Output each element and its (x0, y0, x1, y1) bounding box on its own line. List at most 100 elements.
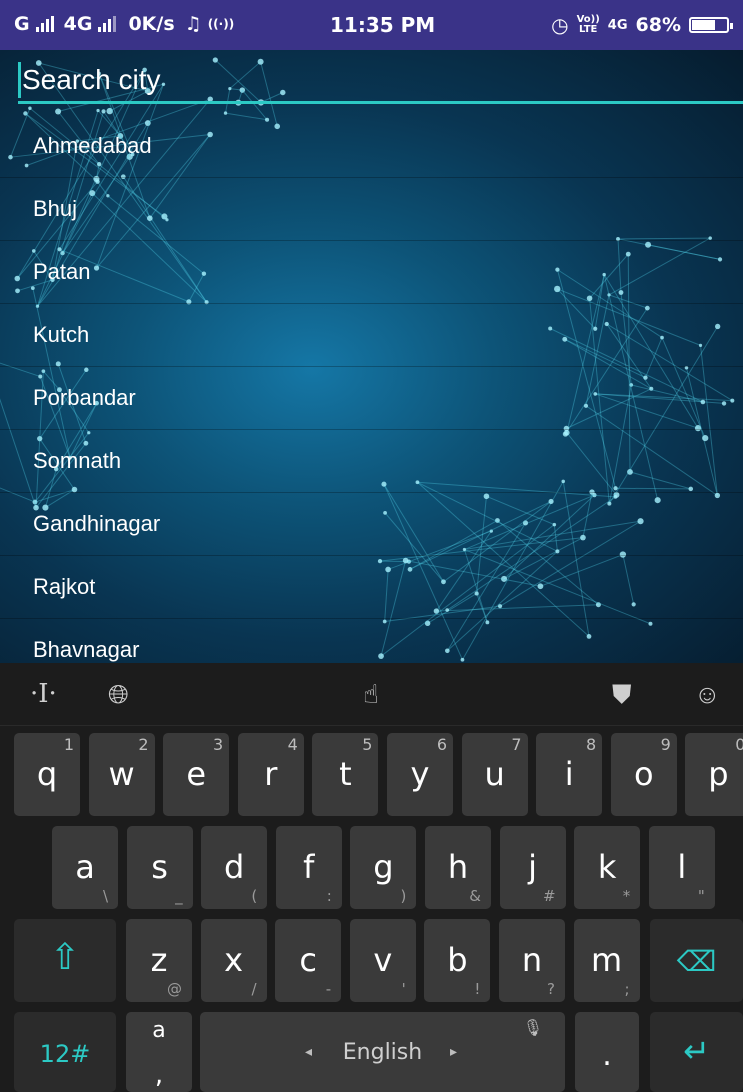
key-label: p (708, 755, 729, 793)
numbers-key[interactable]: 12# (14, 1012, 116, 1092)
key-symbol: ) (400, 887, 407, 905)
key-label: y (410, 755, 430, 793)
key-o[interactable]: o9 (610, 733, 677, 816)
theme-shirt-icon[interactable]: ⛊︎ (612, 679, 632, 711)
city-list-item[interactable]: Patan (0, 241, 743, 304)
key-z[interactable]: z @ (126, 919, 192, 1002)
key-symbol: ; (624, 980, 630, 998)
music-note-icon: ♫ (184, 13, 202, 35)
search-input[interactable] (18, 58, 743, 104)
city-list-item[interactable]: Somnath (0, 430, 743, 493)
key-label: a (152, 1018, 166, 1043)
emoji-icon[interactable]: ☺︎ (694, 679, 721, 710)
key-symbol: ( (251, 887, 258, 905)
enter-key[interactable]: ↵ (650, 1012, 743, 1092)
key-r[interactable]: r4 (237, 733, 304, 816)
key-symbol: ? (547, 980, 555, 998)
key-hint: 6 (436, 735, 447, 754)
city-list: Ahmedabad Bhuj Patan Kutch Porbandar Somnath G… (0, 115, 743, 682)
key-label: g (373, 848, 394, 886)
key-symbol: ! (474, 980, 481, 998)
key-b[interactable]: b! (424, 919, 491, 1002)
key-label: r (264, 755, 278, 793)
language-key[interactable]: a, (126, 1012, 192, 1092)
key-e[interactable]: e3 (163, 733, 230, 816)
city-list-item[interactable]: Kutch (0, 304, 743, 367)
key-hint: 1 (63, 735, 74, 754)
key-label: t (339, 755, 352, 793)
key-label: s (151, 848, 168, 886)
key-label: v (373, 941, 393, 979)
alarm-icon: ◷ (551, 13, 569, 37)
signal-icon-2 (98, 16, 117, 32)
key-v[interactable]: v ' (349, 919, 416, 1002)
key-label: d (224, 848, 245, 886)
key-h[interactable]: h & (425, 826, 491, 909)
city-list-item[interactable]: Rajkot (0, 556, 743, 619)
key-symbol: / (251, 980, 257, 998)
key-symbol: # (543, 887, 556, 905)
hotspot-icon: ((·)) (207, 17, 235, 31)
key-label: u (484, 755, 505, 793)
key-label: l (677, 848, 687, 886)
key-label: m (591, 941, 623, 979)
key-label: k (597, 848, 617, 886)
key-label: e (186, 755, 207, 793)
key-hint: 3 (213, 735, 224, 754)
network-4g-label: 4G (607, 17, 628, 33)
key-label: o (634, 755, 654, 793)
network-label: 4G (63, 13, 93, 35)
city-list-item[interactable]: Gandhinagar (0, 493, 743, 556)
key-symbol: @ (167, 980, 182, 998)
city-list-item[interactable]: Ahmedabad (0, 115, 743, 178)
backspace-key[interactable]: ⌫ (650, 919, 743, 1002)
key-x[interactable]: x / (200, 919, 267, 1002)
text-cursor (18, 62, 21, 98)
key-f[interactable]: f: (275, 826, 342, 909)
key-m[interactable]: m; (573, 919, 640, 1002)
key-label: c (299, 941, 317, 979)
city-list-item[interactable]: Bhuj (0, 178, 743, 241)
key-label: n (521, 941, 543, 979)
key-label: ⌫ (676, 945, 717, 978)
key-n[interactable]: n? (499, 919, 565, 1002)
key-label: h (447, 848, 469, 886)
city-list-item[interactable]: Porbandar (0, 367, 743, 430)
globe-icon[interactable]: 🌐︎ (108, 679, 129, 711)
key-symbol: * (622, 887, 631, 905)
key-hint: 2 (138, 735, 149, 754)
key-label: . (602, 1038, 612, 1073)
key-label: a (75, 848, 95, 886)
key-w[interactable]: w2 (88, 733, 155, 816)
key-l[interactable]: l " (648, 826, 715, 909)
key-u[interactable]: u7 (461, 733, 528, 816)
key-q[interactable]: q1 (14, 733, 80, 816)
key-symbol: " (697, 887, 705, 905)
key-hint: 0 (735, 735, 743, 754)
shift-key[interactable]: ⇧ (14, 919, 116, 1002)
key-a[interactable]: a \ (52, 826, 118, 909)
key-s[interactable]: s _ (126, 826, 193, 909)
key-c[interactable]: c- (275, 919, 342, 1002)
space-key[interactable]: English ◂ ▸ 🎙︎ (200, 1012, 565, 1092)
key-symbol: & (469, 887, 481, 905)
gesture-icon[interactable]: ☝︎ (363, 679, 379, 710)
key-label: w (108, 755, 135, 793)
key-t[interactable]: t5 (312, 733, 379, 816)
key-y[interactable]: y6 (387, 733, 453, 816)
key-hint: 9 (660, 735, 671, 754)
keyboard-toolbar: ·I· 🌐︎ ☝︎ ⛊︎ ☺︎ (0, 663, 743, 726)
key-d[interactable]: d( (201, 826, 268, 909)
cursor-control-icon[interactable]: ·I· (30, 679, 57, 709)
key-i[interactable]: i8 (536, 733, 603, 816)
key-label: i (564, 755, 574, 793)
key-hint: 8 (586, 735, 597, 754)
key-label: j (528, 848, 538, 886)
key-p[interactable]: p0 (685, 733, 743, 816)
period-key[interactable]: . (575, 1012, 639, 1092)
battery-percent: 68% (635, 14, 681, 36)
key-label: q (36, 755, 58, 793)
key-g[interactable]: g) (350, 826, 417, 909)
key-k[interactable]: k * (574, 826, 641, 909)
key-j[interactable]: j # (499, 826, 566, 909)
